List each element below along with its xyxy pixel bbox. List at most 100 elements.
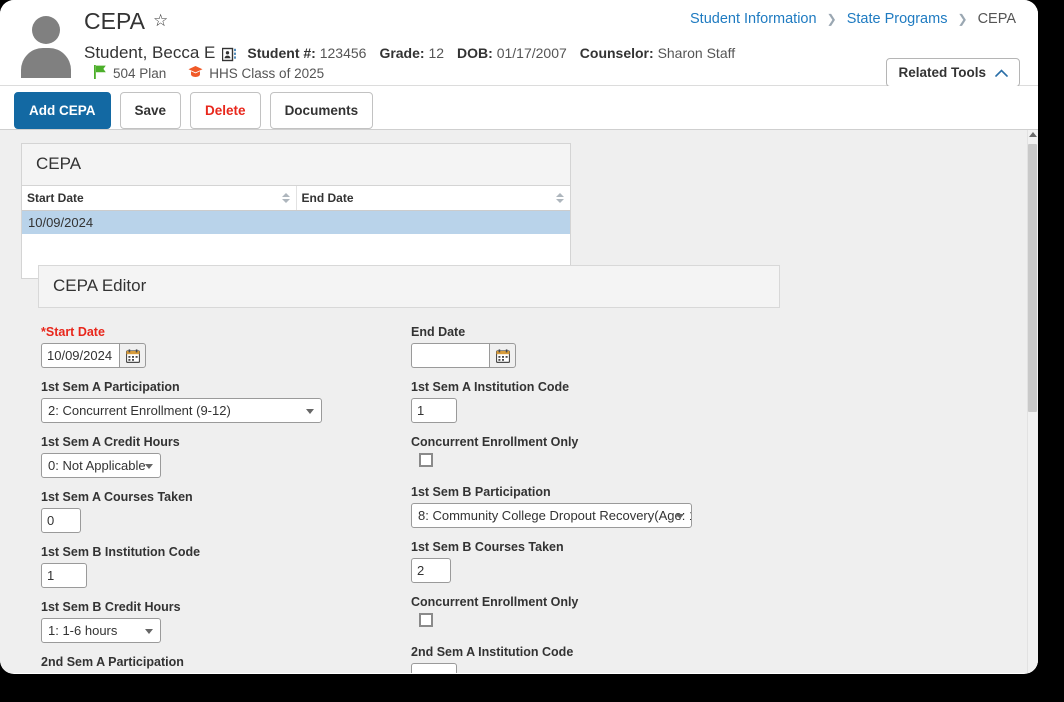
sem1a-institution-code-input[interactable]: 1 [411, 398, 457, 423]
label-sem1a-institution-code: 1st Sem A Institution Code [411, 380, 570, 394]
field-sem1a-courses-taken: 1st Sem A Courses Taken 0 [41, 490, 411, 533]
form-column-left: *Start Date 10/09/2024 1st Sem A Partici… [41, 325, 411, 673]
breadcrumb-chevron-icon: ❯ [826, 12, 837, 26]
breadcrumb-chevron-icon: ❯ [957, 12, 968, 26]
sem1b-credit-hours-select[interactable]: 1: 1-6 hours [41, 618, 161, 643]
meta-dob: DOB: 01/17/2007 [457, 45, 567, 61]
flag-504-plan[interactable]: 504 Plan [94, 65, 166, 82]
calendar-icon[interactable] [119, 343, 146, 368]
cepa-editor-title: CEPA Editor [38, 265, 780, 308]
field-sem1b-participation: 1st Sem B Participation 8: Community Col… [411, 485, 781, 528]
label-sem1b-concurrent-only: Concurrent Enrollment Only [411, 595, 579, 609]
breadcrumb-item-state-programs[interactable]: State Programs [847, 11, 948, 27]
table-row-empty [22, 234, 570, 256]
end-date-control [411, 343, 781, 368]
label-sem1a-courses-taken: 1st Sem A Courses Taken [41, 490, 193, 504]
flag-504-label: 504 Plan [113, 66, 167, 81]
save-button[interactable]: Save [119, 92, 182, 129]
meta-grade: Grade: 12 [379, 45, 445, 61]
breadcrumb-item-student-information[interactable]: Student Information [690, 11, 817, 27]
form-column-right: End Date 1st Sem A Institution Code 1 Co… [411, 325, 781, 673]
meta-student-number: Student #: 123456 [247, 45, 367, 61]
label-end-date: End Date [411, 325, 466, 339]
column-header-start-date[interactable]: Start Date [22, 186, 297, 211]
add-cepa-button[interactable]: Add CEPA [14, 92, 111, 129]
avatar-head [32, 16, 60, 44]
cepa-editor-panel: CEPA Editor *Start Date 10/09/2024 1st S… [38, 265, 780, 673]
label-sem1b-credit-hours: 1st Sem B Credit Hours [41, 600, 181, 614]
page-title-row: CEPA ☆ [84, 8, 168, 34]
page-body: CEPA Start Date End Date 10/09/2024 CEPA… [0, 130, 1038, 673]
field-sem1b-concurrent-only: Concurrent Enrollment Only [411, 595, 781, 627]
table-header-row: Start Date End Date [22, 186, 570, 211]
cepa-editor-form: *Start Date 10/09/2024 1st Sem A Partici… [38, 325, 780, 673]
sem1a-courses-taken-input[interactable]: 0 [41, 508, 81, 533]
page-header: CEPA ☆ Student, Becca E Student #: 12345… [0, 0, 1038, 87]
sem1b-participation-select[interactable]: 8: Community College Dropout Recovery(Ag… [411, 503, 692, 528]
sem1b-courses-taken-input[interactable]: 2 [411, 558, 451, 583]
student-flag-row: 504 Plan HHS Class of 2025 [94, 65, 346, 82]
delete-button[interactable]: Delete [190, 92, 261, 129]
label-start-date: *Start Date [41, 325, 105, 339]
flag-graduation[interactable]: HHS Class of 2025 [188, 65, 324, 82]
field-sem1a-concurrent-only: Concurrent Enrollment Only [411, 435, 781, 467]
vertical-scrollbar[interactable] [1027, 130, 1038, 673]
start-date-input[interactable]: 10/09/2024 [41, 343, 119, 368]
breadcrumb-item-cepa: CEPA [977, 11, 1016, 27]
cell-start-date: 10/09/2024 [22, 210, 296, 234]
related-tools-button[interactable]: Related Tools [886, 58, 1020, 87]
sem1a-concurrent-only-checkbox[interactable] [419, 453, 433, 467]
label-sem1b-courses-taken: 1st Sem B Courses Taken [411, 540, 564, 554]
page-title: CEPA [84, 8, 145, 34]
cell-end-date [296, 210, 570, 234]
label-sem1b-participation: 1st Sem B Participation [411, 485, 551, 499]
scrollbar-thumb[interactable] [1028, 144, 1037, 412]
action-toolbar: Add CEPA Save Delete Documents [0, 86, 1038, 130]
field-sem2a-participation: 2nd Sem A Participation 15: P-TECH - Yea… [41, 655, 411, 673]
sort-arrows-icon [556, 193, 564, 203]
avatar-body [21, 48, 71, 78]
documents-button[interactable]: Documents [269, 92, 374, 129]
sem1a-credit-hours-select[interactable]: 0: Not Applicable [41, 453, 161, 478]
field-sem1a-participation: 1st Sem A Participation 2: Concurrent En… [41, 380, 411, 423]
student-info-row: Student, Becca E Student #: 123456 Grade… [84, 43, 748, 63]
field-sem1a-institution-code: 1st Sem A Institution Code 1 [411, 380, 781, 423]
meta-counselor: Counselor: Sharon Staff [579, 45, 736, 61]
column-header-end-date[interactable]: End Date [296, 186, 570, 211]
graduation-cap-icon [188, 65, 203, 82]
field-sem1a-credit-hours: 1st Sem A Credit Hours 0: Not Applicable [41, 435, 411, 478]
field-sem1b-courses-taken: 1st Sem B Courses Taken 2 [411, 540, 781, 583]
label-sem1b-institution-code: 1st Sem B Institution Code [41, 545, 201, 559]
label-sem1a-credit-hours: 1st Sem A Credit Hours [41, 435, 180, 449]
contact-card-icon[interactable] [222, 47, 237, 62]
student-name: Student, Becca E [84, 43, 216, 62]
chevron-up-icon [995, 65, 1008, 80]
field-sem2a-institution-code: 2nd Sem A Institution Code [411, 645, 781, 673]
end-date-input[interactable] [411, 343, 489, 368]
field-sem1b-institution-code: 1st Sem B Institution Code 1 [41, 545, 411, 588]
flag-graduation-label: HHS Class of 2025 [209, 66, 325, 81]
breadcrumb: Student Information ❯ State Programs ❯ C… [690, 11, 1016, 27]
sem1b-concurrent-only-checkbox[interactable] [419, 613, 433, 627]
sem2a-institution-code-input[interactable] [411, 663, 457, 673]
label-sem1a-concurrent-only: Concurrent Enrollment Only [411, 435, 579, 449]
field-start-date: *Start Date 10/09/2024 [41, 325, 411, 368]
start-date-control: 10/09/2024 [41, 343, 411, 368]
sem1b-institution-code-input[interactable]: 1 [41, 563, 87, 588]
related-tools-label: Related Tools [898, 65, 986, 80]
field-end-date: End Date [411, 325, 781, 368]
green-flag-icon [94, 65, 107, 82]
table-row[interactable]: 10/09/2024 [22, 210, 570, 234]
favorite-star-icon[interactable]: ☆ [153, 11, 168, 31]
student-avatar [15, 8, 77, 78]
label-sem2a-participation: 2nd Sem A Participation [41, 655, 184, 669]
sort-arrows-icon [281, 193, 290, 203]
scroll-up-arrow-icon[interactable] [1029, 132, 1037, 137]
label-sem1a-participation: 1st Sem A Participation [41, 380, 180, 394]
field-sem1b-credit-hours: 1st Sem B Credit Hours 1: 1-6 hours [41, 600, 411, 643]
browser-viewport: CEPA ☆ Student, Becca E Student #: 12345… [0, 0, 1038, 674]
calendar-icon[interactable] [489, 343, 516, 368]
cepa-list-title: CEPA [22, 144, 570, 186]
cepa-list-panel: CEPA Start Date End Date 10/09/2024 [21, 143, 571, 279]
sem1a-participation-select[interactable]: 2: Concurrent Enrollment (9-12) [41, 398, 322, 423]
